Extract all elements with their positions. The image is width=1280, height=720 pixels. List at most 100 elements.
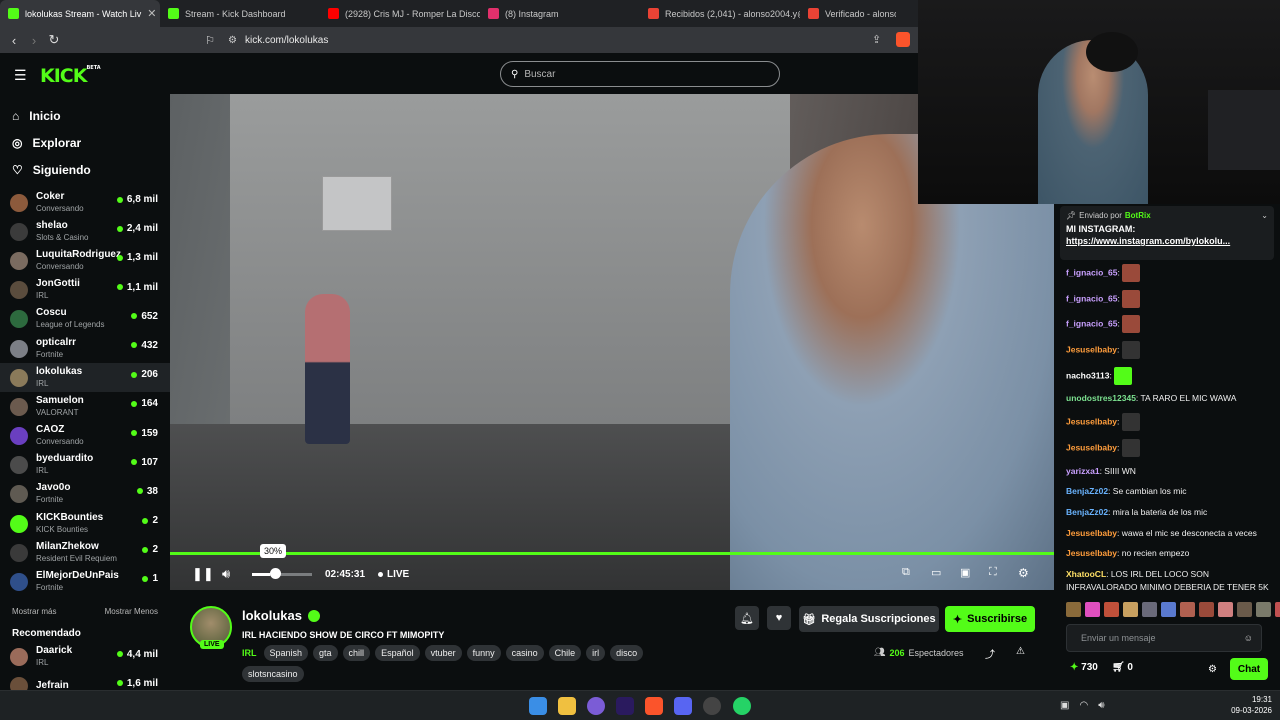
chat-username[interactable]: XhatooCL	[1066, 569, 1106, 579]
tag-chip[interactable]: vtuber	[424, 645, 462, 661]
browser-tab[interactable]: Verificado - alonso2	[800, 0, 896, 27]
chat-username[interactable]: BenjaZz02	[1066, 486, 1108, 496]
follow-button[interactable]: ♥	[767, 606, 791, 630]
windows-start-icon[interactable]	[529, 697, 547, 715]
pinned-link[interactable]: https://www.instagram.com/bylokolu...	[1066, 236, 1268, 246]
emote-icon[interactable]	[1256, 602, 1271, 617]
chat-username[interactable]: f_ignacio_65	[1066, 319, 1118, 329]
bookmark-icon[interactable]: ⚐	[200, 34, 220, 47]
chat-username[interactable]: Jesuselbaby	[1066, 416, 1117, 426]
channel-item[interactable]: shelao Slots & Casino 2,4 mil	[0, 217, 170, 246]
browser-tab[interactable]: lokolukas Stream - Watch Liv ✕	[0, 0, 160, 27]
tray-icon[interactable]: ▣	[1060, 700, 1069, 711]
chat-username[interactable]: BenjaZz02	[1066, 507, 1108, 517]
show-more-link[interactable]: Mostrar más	[12, 607, 56, 616]
chat-username[interactable]: f_ignacio_65	[1066, 267, 1118, 277]
menu-icon[interactable]: ☰	[14, 67, 27, 84]
report-button[interactable]: ⚠	[1016, 646, 1025, 657]
premiere-icon[interactable]	[616, 697, 634, 715]
whatsapp-icon[interactable]	[733, 697, 751, 715]
emote-icon[interactable]	[1161, 602, 1176, 617]
show-less-link[interactable]: Mostrar Menos	[105, 607, 158, 616]
tag-chip[interactable]: Español	[375, 645, 420, 661]
brave-icon[interactable]	[645, 697, 663, 715]
notification-button[interactable]: 🔔︎	[735, 606, 759, 630]
settings-icon[interactable]: ⚙	[1018, 566, 1029, 580]
gift-subs-button[interactable]: 🎁︎ Regala Suscripciones	[799, 606, 939, 632]
chat-send-button[interactable]: Chat	[1230, 658, 1268, 680]
file-explorer-icon[interactable]	[558, 697, 576, 715]
emote-icon[interactable]	[1142, 602, 1157, 617]
url-field[interactable]: kick.com/lokolukas	[245, 35, 328, 46]
channel-item[interactable]: LuquitaRodriguez Conversando 1,3 mil	[0, 246, 170, 275]
chat-username[interactable]: unodostres12345	[1066, 393, 1136, 403]
pip-icon[interactable]: ▣	[960, 566, 970, 579]
miniplayer-icon[interactable]: ⧉	[902, 566, 910, 579]
back-icon[interactable]: ‹	[4, 33, 24, 48]
channel-item[interactable]: byeduardito IRL 107	[0, 451, 170, 480]
channel-item[interactable]: lokolukas IRL 206	[0, 363, 170, 393]
theatre-icon[interactable]: ▭	[931, 566, 941, 579]
chat-username[interactable]: yarizxa1	[1066, 466, 1100, 476]
channel-item[interactable]: CAOZ Conversando 159	[0, 422, 170, 451]
sidebar-nav-explorar[interactable]: ◎ Explorar	[0, 129, 170, 156]
channel-item[interactable]: Javo0o Fortnite 38	[0, 480, 170, 509]
browser-tab[interactable]: Recibidos (2,041) - alonso2004.y@g	[640, 0, 800, 27]
app-icon[interactable]	[587, 697, 605, 715]
discord-icon[interactable]	[674, 697, 692, 715]
chat-username[interactable]: Jesuselbaby	[1066, 344, 1117, 354]
channel-item[interactable]: Coscu League of Legends 652	[0, 305, 170, 334]
browser-tab[interactable]: (2928) Cris MJ - Romper La Disco	[320, 0, 480, 27]
emote-icon[interactable]	[1218, 602, 1233, 617]
reload-icon[interactable]: ↻	[44, 32, 64, 48]
chat-username[interactable]: f_ignacio_65	[1066, 293, 1118, 303]
wifi-icon[interactable]: ◠	[1079, 700, 1088, 711]
tag-chip[interactable]: funny	[466, 645, 501, 661]
browser-tab[interactable]: (8) Instagram	[480, 0, 640, 27]
fullscreen-icon[interactable]: ⛶	[989, 566, 997, 579]
tag-chip[interactable]: chill	[342, 645, 371, 661]
channel-item[interactable]: ElMejorDeUnPais Fortnite 1	[0, 567, 170, 596]
chat-settings-icon[interactable]: ⚙	[1208, 664, 1217, 675]
chat-username[interactable]: Jesuselbaby	[1066, 528, 1117, 538]
chat-username[interactable]: Jesuselbaby	[1066, 442, 1117, 452]
share-button[interactable]: ⤴	[985, 646, 995, 661]
chat-input[interactable]: Enviar un mensaje ☺	[1066, 624, 1262, 652]
close-tab-icon[interactable]: ✕	[147, 7, 156, 20]
volume-knob[interactable]	[270, 568, 281, 579]
emote-icon[interactable]	[1275, 602, 1280, 617]
category-link[interactable]: IRL	[242, 648, 257, 658]
tag-chip[interactable]: irl	[586, 645, 606, 661]
emote-icon[interactable]	[1085, 602, 1100, 617]
streamer-name[interactable]: lokolukas	[242, 608, 320, 623]
tag-chip[interactable]: casino	[505, 645, 544, 661]
sidebar-nav-siguiendo[interactable]: ♡ Siguiendo	[0, 156, 170, 183]
channel-item[interactable]: Daarick IRL 4,4 mil	[0, 643, 170, 672]
chat-username[interactable]: nacho3113	[1066, 370, 1109, 380]
channel-item[interactable]: Coker Conversando 6,8 mil	[0, 188, 170, 217]
emote-icon[interactable]	[1104, 602, 1119, 617]
emote-icon[interactable]	[1180, 602, 1195, 617]
emote-icon[interactable]	[1123, 602, 1138, 617]
app-icon-2[interactable]	[703, 697, 721, 715]
emote-icon[interactable]	[1199, 602, 1214, 617]
clock[interactable]: 19:31 09-03-2026	[1220, 694, 1272, 716]
sidebar-nav-inicio[interactable]: ⌂ Inicio	[0, 102, 170, 129]
emote-icon[interactable]	[1066, 602, 1081, 617]
pause-icon[interactable]: ❚❚	[192, 566, 214, 582]
unpin-icon[interactable]: ⌄	[1261, 211, 1268, 220]
volume-slider[interactable]	[252, 573, 312, 576]
kick-logo[interactable]: KICKBETA	[40, 65, 101, 87]
channel-item[interactable]: JonGottii IRL 1,1 mil	[0, 276, 170, 305]
brave-shield-icon[interactable]	[896, 32, 910, 47]
speaker-icon[interactable]: 🔊︎	[1098, 700, 1104, 711]
tag-chip[interactable]: slotsncasino	[242, 666, 304, 682]
tag-chip[interactable]: Spanish	[263, 645, 309, 661]
channel-item[interactable]: Jefrain 1,6 mil	[0, 672, 170, 690]
chat-username[interactable]: Jesuselbaby	[1066, 548, 1117, 558]
browser-tab[interactable]: Stream - Kick Dashboard	[160, 0, 320, 27]
site-info-icon[interactable]: ⚙	[228, 35, 237, 46]
progress-bar[interactable]	[170, 552, 1054, 555]
subscribe-button[interactable]: ✦ Suscribirse	[945, 606, 1035, 632]
tag-chip[interactable]: disco	[610, 645, 644, 661]
